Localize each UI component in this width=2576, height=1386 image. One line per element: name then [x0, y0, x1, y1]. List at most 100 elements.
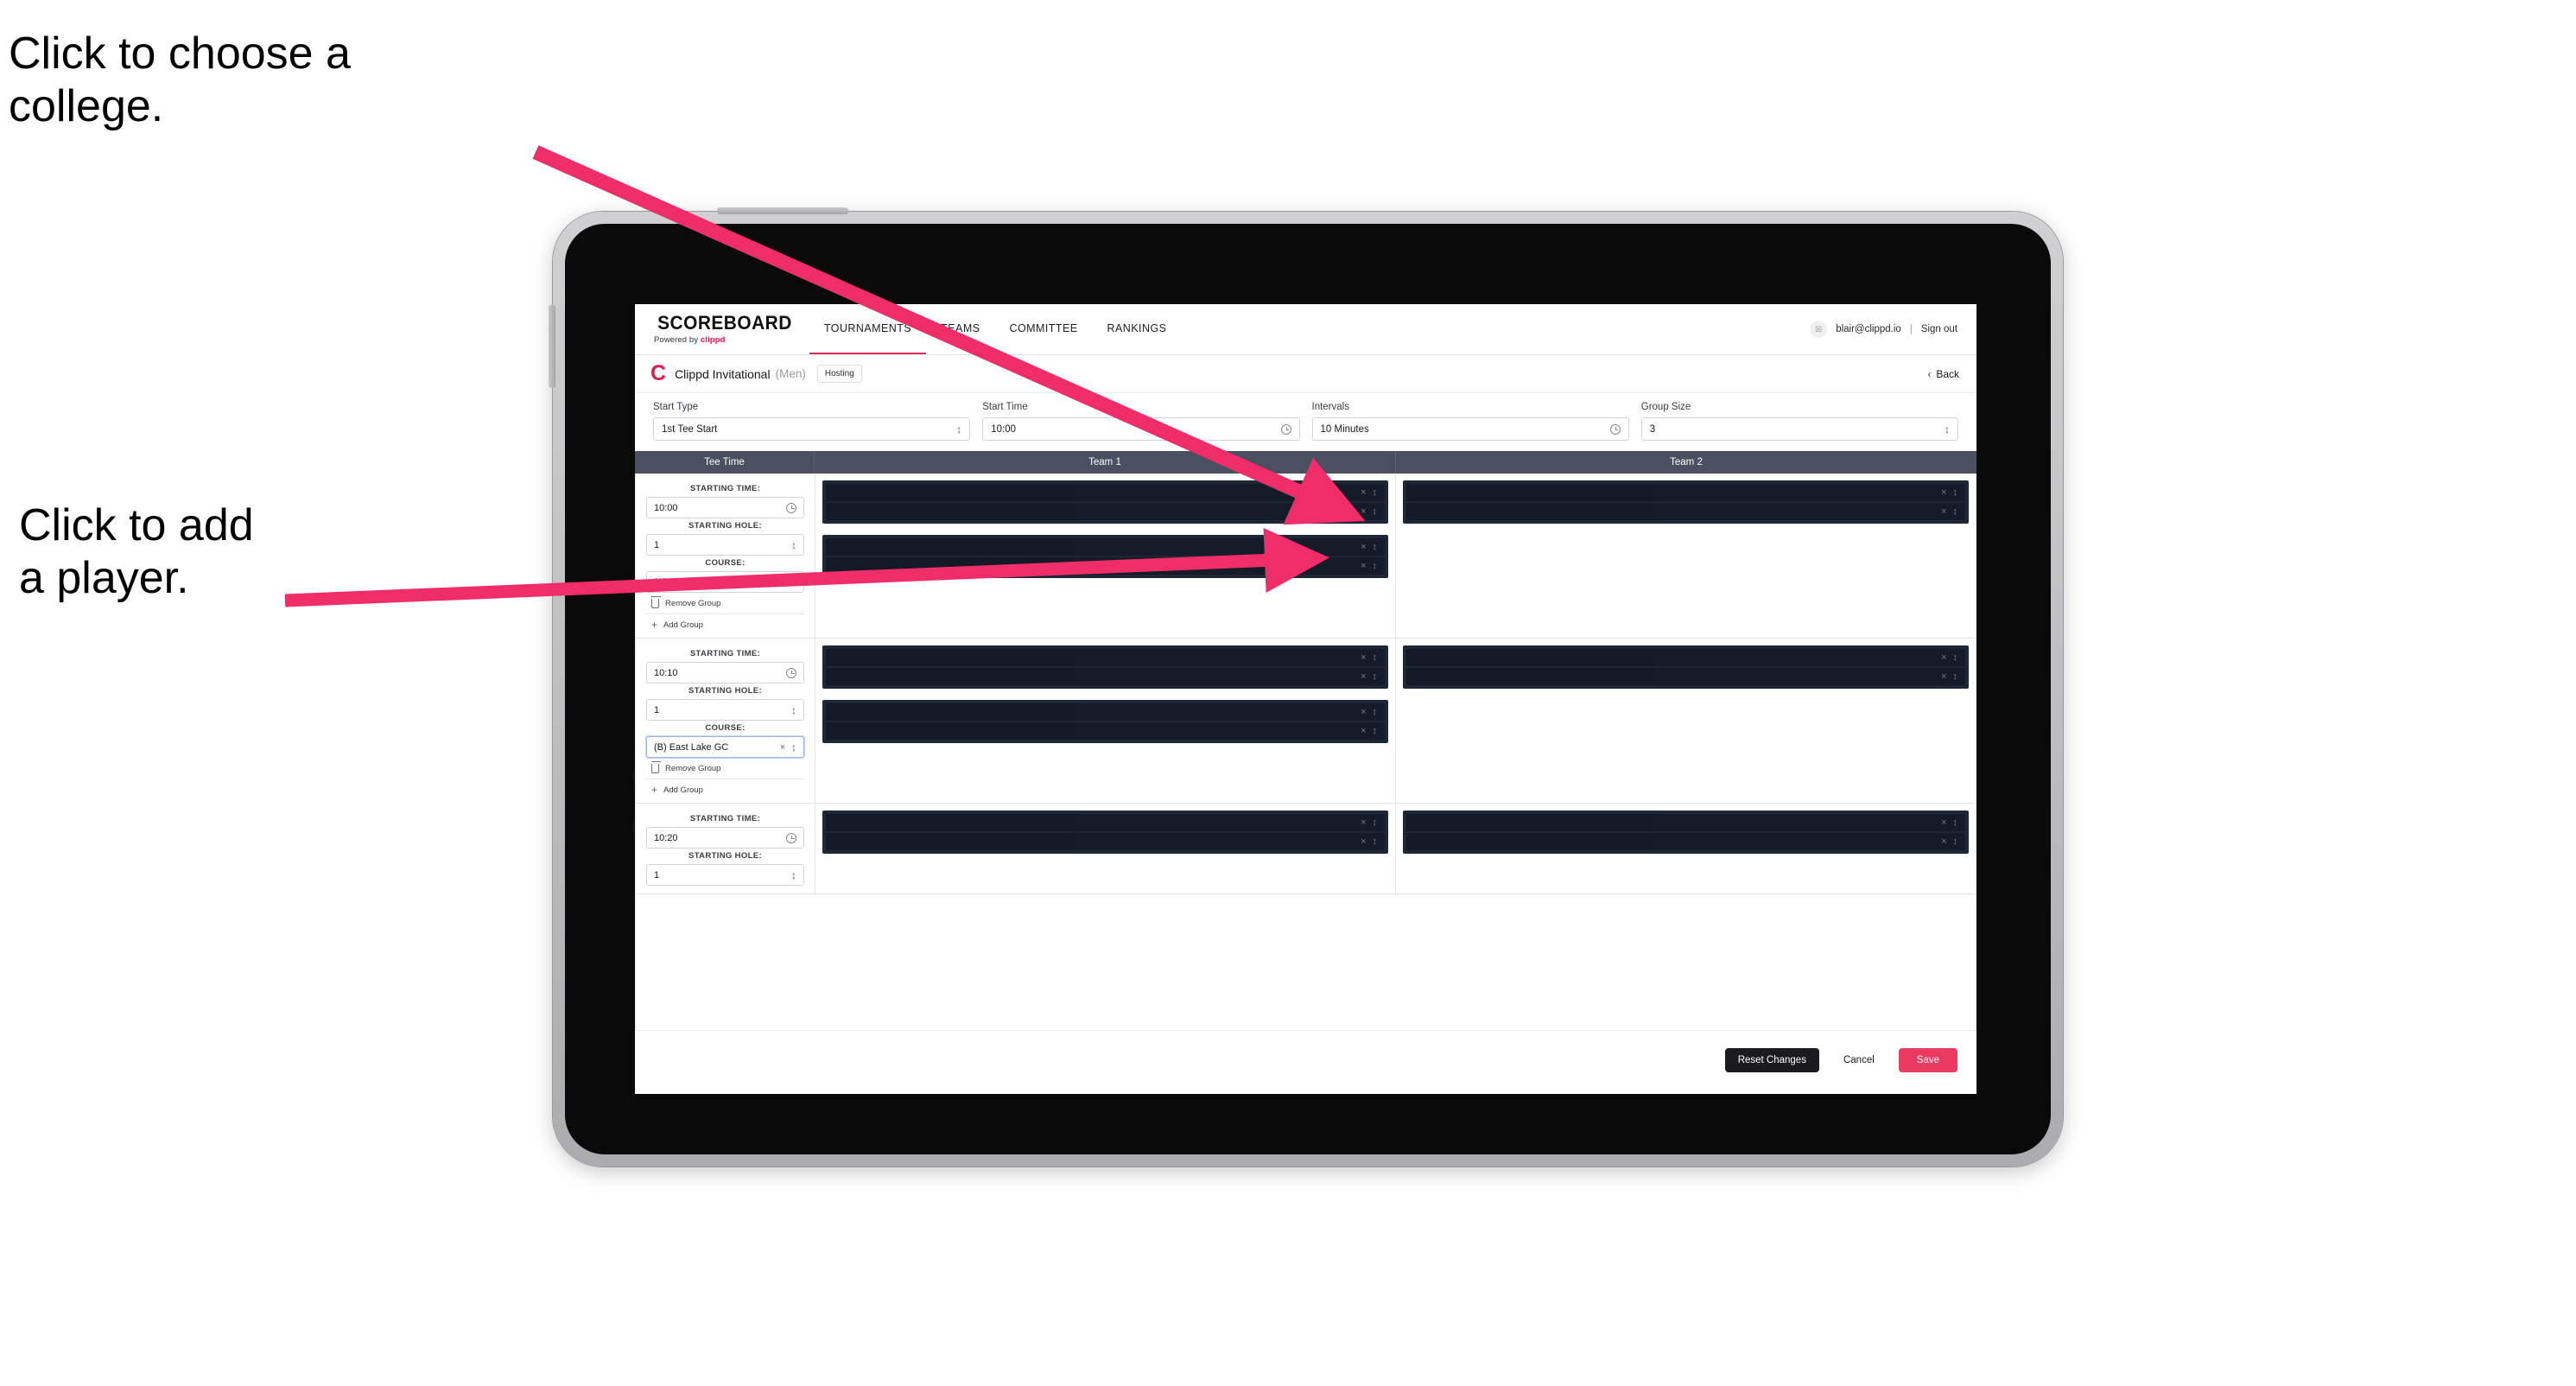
updown-icon[interactable]: ↕	[1373, 726, 1378, 736]
start-type-select[interactable]: 1st Tee Start ↕	[653, 417, 971, 441]
player-select-row[interactable]: × ↕	[1406, 503, 1965, 520]
updown-icon[interactable]: ↕	[1953, 652, 1958, 663]
clear-player-icon[interactable]: ×	[1361, 487, 1366, 498]
clear-player-icon[interactable]: ×	[1361, 506, 1366, 517]
starting-time-input[interactable]: 10:20	[646, 827, 804, 849]
sign-out-link[interactable]: Sign out	[1921, 324, 1957, 334]
group-size-select[interactable]: 3 ↕	[1640, 417, 1958, 441]
starting-hole-select[interactable]: 1 ↕	[646, 864, 804, 886]
player-select-row[interactable]: × ↕	[1406, 814, 1965, 831]
player-select-row[interactable]: × ↕	[826, 668, 1385, 685]
tab-tournaments[interactable]: TOURNAMENTS	[809, 304, 927, 354]
back-button[interactable]: ‹ Back	[1927, 368, 1959, 380]
updown-icon[interactable]: ↕	[1953, 817, 1958, 828]
tab-committee[interactable]: COMMITTEE	[994, 304, 1092, 354]
clear-course-icon[interactable]: ×	[780, 742, 785, 753]
clear-player-icon[interactable]: ×	[1361, 836, 1366, 847]
updown-icon[interactable]: ↕	[1373, 836, 1378, 847]
player-name-redacted	[826, 668, 1075, 685]
player-select-row[interactable]: × ↕	[826, 833, 1385, 850]
remove-group-button[interactable]: Remove Group	[646, 761, 804, 773]
volume-button[interactable]	[549, 305, 555, 388]
avatar[interactable]: ☒	[1810, 321, 1828, 338]
power-button[interactable]	[717, 207, 848, 214]
player-name-redacted	[826, 484, 1075, 501]
starting-hole-select[interactable]: 1 ↕	[646, 534, 804, 556]
remove-group-label: Remove Group	[665, 764, 721, 773]
start-time-input[interactable]: 10:00	[982, 417, 1300, 441]
updown-icon[interactable]: ↕	[1373, 542, 1378, 552]
clear-course-icon[interactable]: ×	[780, 577, 785, 588]
start-time-value: 10:00	[991, 423, 1017, 435]
player-select-row[interactable]: × ↕	[826, 703, 1385, 721]
nav-tabs: TOURNAMENTS TEAMS COMMITTEE RANKINGS	[809, 304, 1182, 354]
updown-icon[interactable]: ↕	[1953, 671, 1958, 682]
tee-time-table-body[interactable]: STARTING TIME: 10:00 STARTING HOLE: 1 ↕ COURS…	[635, 474, 1976, 1030]
intervals-select[interactable]: 10 Minutes	[1311, 417, 1629, 441]
player-select-row[interactable]: × ↕	[826, 538, 1385, 556]
player-select-row[interactable]: × ↕	[826, 484, 1385, 501]
starting-hole-select[interactable]: 1 ↕	[646, 699, 804, 721]
reset-changes-button[interactable]: Reset Changes	[1724, 1048, 1819, 1072]
course-select[interactable]: (B) East Lake GC × ↕	[646, 736, 804, 758]
updown-icon[interactable]: ↕	[1953, 506, 1958, 517]
starting-time-input[interactable]: 10:10	[646, 662, 804, 683]
starting-time-label: STARTING TIME:	[689, 649, 761, 658]
clear-player-icon[interactable]: ×	[1361, 707, 1366, 717]
updown-icon[interactable]: ↕	[1373, 671, 1378, 682]
starting-time-value: 10:00	[654, 502, 678, 513]
player-select-row[interactable]: × ↕	[1406, 668, 1965, 685]
player-select-row[interactable]: × ↕	[826, 722, 1385, 740]
player-select-row[interactable]: × ↕	[826, 649, 1385, 666]
clear-player-icon[interactable]: ×	[1941, 506, 1946, 517]
clear-player-icon[interactable]: ×	[1361, 726, 1366, 736]
updown-icon[interactable]: ↕	[1953, 836, 1958, 847]
updown-icon[interactable]: ↕	[1373, 652, 1378, 663]
player-select-row[interactable]: × ↕	[1406, 833, 1965, 850]
add-group-button[interactable]: + Add Group	[646, 614, 804, 630]
player-select-row[interactable]: × ↕	[1406, 649, 1965, 666]
clear-player-icon[interactable]: ×	[1941, 836, 1946, 847]
clear-player-icon[interactable]: ×	[1941, 817, 1946, 828]
player-select-row[interactable]: × ↕	[826, 503, 1385, 520]
add-group-button[interactable]: + Add Group	[646, 779, 804, 795]
tee-time-cell: STARTING TIME: 10:10 STARTING HOLE: 1 ↕ COURS…	[636, 639, 815, 803]
nav-separator: |	[1909, 324, 1913, 334]
clear-player-icon[interactable]: ×	[1361, 652, 1366, 663]
tab-rankings[interactable]: RANKINGS	[1093, 304, 1182, 354]
brand-logo[interactable]: SCOREBOARD Powered by clippd	[635, 304, 809, 354]
player-select-row[interactable]: × ↕	[826, 557, 1385, 575]
player-select-row[interactable]: × ↕	[826, 814, 1385, 831]
add-group-label: Add Group	[663, 620, 703, 630]
starting-hole-value: 1	[654, 704, 660, 715]
updown-icon[interactable]: ↕	[1373, 707, 1378, 717]
save-button[interactable]: Save	[1898, 1048, 1957, 1072]
starting-time-input[interactable]: 10:00	[646, 497, 804, 518]
clear-player-icon[interactable]: ×	[1361, 671, 1366, 682]
remove-group-button[interactable]: Remove Group	[646, 596, 804, 608]
column-header-tee-time: Tee Time	[635, 451, 815, 474]
clear-player-icon[interactable]: ×	[1941, 487, 1946, 498]
updown-icon[interactable]: ↕	[1373, 561, 1378, 571]
updown-icon: ↕	[791, 868, 796, 881]
tab-teams[interactable]: TEAMS	[926, 304, 994, 354]
updown-icon[interactable]: ↕	[1953, 487, 1958, 498]
control-label: Intervals	[1311, 402, 1349, 412]
clear-player-icon[interactable]: ×	[1361, 561, 1366, 571]
clear-player-icon[interactable]: ×	[1941, 671, 1946, 682]
updown-icon[interactable]: ↕	[1373, 506, 1378, 517]
player-select-row[interactable]: × ↕	[1406, 484, 1965, 501]
footer-actions: Reset Changes Cancel Save	[635, 1030, 1976, 1090]
clear-player-icon[interactable]: ×	[1361, 817, 1366, 828]
status-badge: Hosting	[816, 365, 862, 383]
plus-icon: +	[651, 784, 658, 796]
course-select[interactable]: (A) Peachtree GC × ↕	[646, 571, 804, 593]
cancel-button[interactable]: Cancel	[1830, 1048, 1888, 1072]
updown-icon: ↕	[791, 703, 796, 716]
player-group: × ↕ × ↕	[822, 645, 1388, 689]
player-name-redacted	[1406, 649, 1655, 666]
clear-player-icon[interactable]: ×	[1941, 652, 1946, 663]
updown-icon[interactable]: ↕	[1373, 817, 1378, 828]
updown-icon[interactable]: ↕	[1373, 487, 1378, 498]
clear-player-icon[interactable]: ×	[1361, 542, 1366, 552]
